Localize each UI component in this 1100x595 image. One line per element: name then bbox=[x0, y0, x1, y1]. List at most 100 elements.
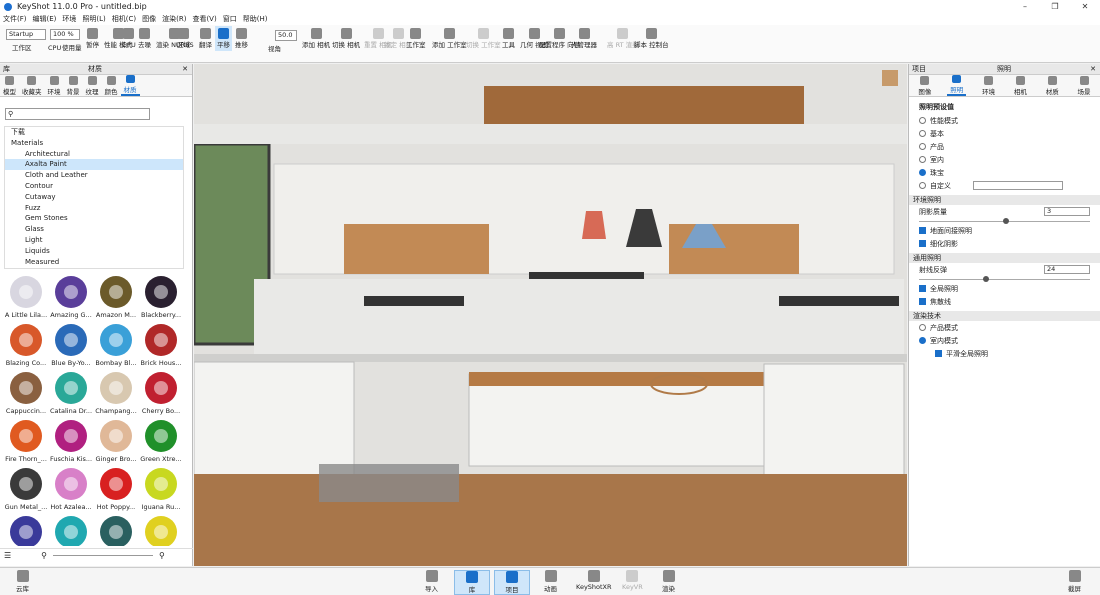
add-studio-button[interactable]: 添加 工作室 bbox=[432, 28, 467, 49]
product-mode-radio[interactable]: 产品模式 bbox=[909, 321, 1100, 334]
material-thumbnail[interactable]: Bombay Bl... bbox=[94, 322, 138, 370]
material-thumbnail[interactable]: Brick Hous... bbox=[139, 322, 183, 370]
preset-radio[interactable]: 产品 bbox=[909, 140, 1100, 153]
pan-button[interactable]: 平移 bbox=[215, 26, 232, 51]
tree-item[interactable]: Architectural bbox=[5, 149, 183, 160]
material-thumbnail[interactable]: Blazing Co... bbox=[4, 322, 48, 370]
push-button[interactable]: 推移 bbox=[235, 28, 248, 49]
ray-bounces-slider[interactable] bbox=[919, 276, 1090, 282]
zoom-in-icon[interactable]: ⚲ bbox=[159, 551, 165, 560]
tab-materials[interactable]: 材质 bbox=[120, 75, 140, 96]
render-button[interactable]: 渲染 bbox=[662, 570, 675, 593]
menu-file[interactable]: 文件(F) bbox=[3, 14, 27, 24]
ground-indirect-checkbox[interactable]: 地面间接照明 bbox=[909, 224, 1100, 237]
custom-preset-select[interactable] bbox=[973, 181, 1063, 190]
interior-mode-radio[interactable]: 室内模式 bbox=[909, 334, 1100, 347]
usage-button[interactable]: 使用量 bbox=[62, 44, 82, 52]
material-thumbnail[interactable] bbox=[94, 514, 138, 546]
preset-radio[interactable]: 性能模式 bbox=[909, 114, 1100, 127]
tab-colors[interactable]: 颜色 bbox=[102, 75, 121, 96]
menu-view[interactable]: 查看(V) bbox=[192, 14, 216, 24]
material-thumbnail[interactable]: Fuschia Kis... bbox=[49, 418, 93, 466]
material-thumbnail[interactable]: Green Xtre... bbox=[139, 418, 183, 466]
material-thumbnail[interactable]: Hot Azalea... bbox=[49, 466, 93, 514]
cpu-button[interactable]: CPU bbox=[48, 44, 61, 52]
material-thumbnail[interactable]: Iguana Ru... bbox=[139, 466, 183, 514]
menu-camera[interactable]: 相机(C) bbox=[112, 14, 136, 24]
tree-item[interactable]: Fuzz bbox=[5, 203, 183, 214]
preset-radio[interactable]: 基本 bbox=[909, 127, 1100, 140]
tree-item[interactable]: Gem Stones bbox=[5, 213, 183, 224]
screenshot-button[interactable]: 截屏 bbox=[1068, 570, 1081, 593]
material-thumbnail[interactable] bbox=[139, 514, 183, 546]
gpu-button[interactable]: GPU bbox=[122, 28, 136, 49]
detail-shadow-checkbox[interactable]: 细化阴影 bbox=[909, 237, 1100, 250]
script-console-button[interactable]: 脚本 控制台 bbox=[634, 28, 669, 49]
switch-studio-button[interactable]: 切换 工作室 bbox=[466, 28, 501, 49]
thumbnail-size-slider[interactable] bbox=[53, 555, 154, 556]
material-thumbnail[interactable]: A Little Lila... bbox=[4, 274, 48, 322]
translate-button[interactable]: 翻译 bbox=[199, 28, 212, 49]
material-thumbnail[interactable]: Blue By-Yo... bbox=[49, 322, 93, 370]
material-thumbnail[interactable]: Cherry Bo... bbox=[139, 370, 183, 418]
maximize-button[interactable]: ❐ bbox=[1040, 0, 1070, 13]
tree-item[interactable]: 下载 bbox=[5, 127, 183, 138]
tree-item[interactable]: Contour bbox=[5, 181, 183, 192]
cloud-library-button[interactable]: 云库 bbox=[16, 570, 29, 593]
denoise-button[interactable]: 去噪 bbox=[138, 28, 151, 49]
tree-item[interactable]: Materials bbox=[5, 138, 183, 149]
menu-image[interactable]: 图像 bbox=[142, 14, 156, 24]
tab-camera[interactable]: 相机 bbox=[1011, 75, 1030, 96]
project-button[interactable]: 项目 bbox=[494, 570, 530, 595]
material-thumbnail[interactable]: Amazon M... bbox=[94, 274, 138, 322]
close-icon[interactable]: ✕ bbox=[1090, 65, 1096, 73]
preset-radio[interactable]: 室内 bbox=[909, 153, 1100, 166]
tab-material[interactable]: 材质 bbox=[1043, 75, 1062, 96]
shadow-quality-input[interactable]: 3 bbox=[1044, 207, 1090, 216]
library-search-input[interactable]: ⚲ bbox=[5, 108, 150, 120]
close-icon[interactable]: ✕ bbox=[182, 65, 188, 73]
general-lighting-section[interactable]: 通用照明 bbox=[909, 253, 1100, 263]
caustics-checkbox[interactable]: 焦散线 bbox=[909, 295, 1100, 308]
studio-button[interactable]: 工作室 bbox=[406, 28, 426, 49]
tree-item[interactable]: Cutaway bbox=[5, 192, 183, 203]
material-thumbnail[interactable] bbox=[4, 514, 48, 546]
menu-window[interactable]: 窗口 bbox=[223, 14, 237, 24]
keyvr-button[interactable]: KeyVR bbox=[622, 570, 643, 591]
pause-button[interactable]: 暂停 bbox=[86, 28, 99, 49]
menu-edit[interactable]: 编辑(E) bbox=[33, 14, 57, 24]
ray-bounces-input[interactable]: 24 bbox=[1044, 265, 1090, 274]
list-view-icon[interactable]: ☰ bbox=[4, 551, 11, 560]
shadow-quality-slider[interactable] bbox=[919, 218, 1090, 224]
tree-item[interactable]: Light bbox=[5, 235, 183, 246]
tab-favorites[interactable]: 收藏夹 bbox=[19, 75, 45, 96]
material-thumbnail[interactable]: Cappuccin... bbox=[4, 370, 48, 418]
minimize-button[interactable]: – bbox=[1010, 0, 1040, 13]
preset-radio[interactable]: 自定义 bbox=[909, 179, 1100, 192]
material-thumbnail[interactable] bbox=[49, 514, 93, 546]
material-thumbnail[interactable]: Amazing G... bbox=[49, 274, 93, 322]
preset-radio[interactable]: 珠宝 bbox=[909, 166, 1100, 179]
menu-render[interactable]: 渲染(R) bbox=[162, 14, 186, 24]
tab-image[interactable]: 图像 bbox=[915, 75, 934, 96]
material-thumbnail[interactable]: Fire Thorn_... bbox=[4, 418, 48, 466]
keyshotxr-button[interactable]: KeyShotXR bbox=[576, 570, 612, 591]
smooth-gi-checkbox[interactable]: 平滑全局照明 bbox=[909, 347, 1100, 360]
tab-environments[interactable]: 环境 bbox=[45, 75, 64, 96]
tab-scene[interactable]: 场景 bbox=[1075, 75, 1094, 96]
light-manager-button[interactable]: 光管理器 bbox=[571, 28, 597, 49]
tab-models[interactable]: 模型 bbox=[0, 75, 19, 96]
tree-item[interactable]: Glass bbox=[5, 224, 183, 235]
material-thumbnail[interactable]: Catalina Dr... bbox=[49, 370, 93, 418]
render-viewport[interactable] bbox=[192, 64, 907, 566]
import-button[interactable]: 导入 bbox=[425, 570, 438, 593]
tab-backgrounds[interactable]: 背景 bbox=[64, 75, 83, 96]
tree-item[interactable]: Liquids bbox=[5, 246, 183, 257]
close-button[interactable]: ✕ bbox=[1070, 0, 1100, 13]
environment-lighting-section[interactable]: 环境照明 bbox=[909, 195, 1100, 205]
menu-environment[interactable]: 环境 bbox=[62, 14, 76, 24]
workspace-select[interactable]: Startup bbox=[6, 29, 46, 40]
menu-lighting[interactable]: 照明(L) bbox=[82, 14, 105, 24]
fov-input[interactable]: 50.0 bbox=[275, 30, 297, 41]
library-button[interactable]: 库 bbox=[454, 570, 490, 595]
